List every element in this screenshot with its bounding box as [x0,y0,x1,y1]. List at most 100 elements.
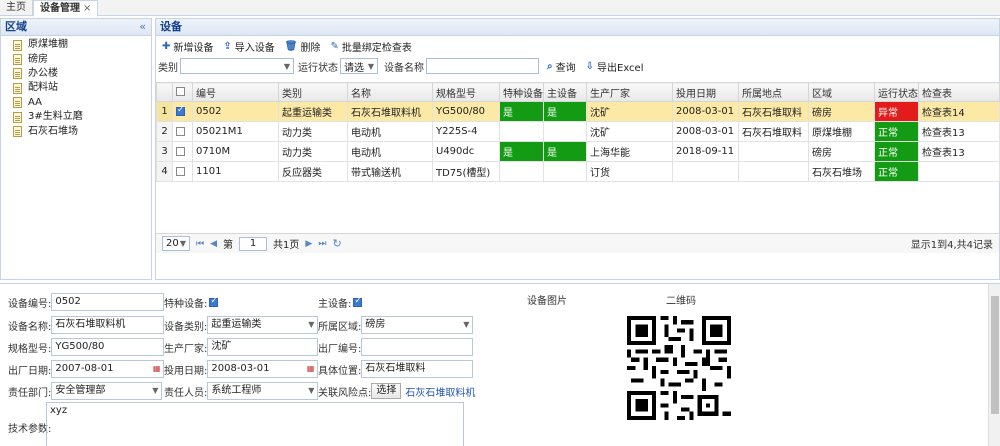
tree-item[interactable]: 磅房 [1,52,151,66]
position-input[interactable]: 石灰石堆取料 [361,360,474,378]
column-header[interactable]: 所属地点 [738,82,809,102]
select-all-checkbox[interactable] [176,87,185,96]
column-header[interactable]: 特种设备 [499,82,544,102]
field-image: 设备图片 [527,290,567,308]
table-row[interactable]: 1 0502 起重运输类 石灰石堆取料机 YG500/80 是 是 沈矿 200… [156,101,1000,122]
row-select-cell[interactable] [172,141,193,162]
dept-select[interactable]: 安全管理部 ▼ [51,382,163,400]
model-input[interactable]: YG500/80 [51,338,165,356]
main-label: 主设备: [318,298,352,310]
column-header[interactable]: 检查表 [918,82,1000,102]
add-device-button[interactable]: ✚ 新增设备 [162,39,213,54]
cell-maker: 上海华能 [586,141,673,162]
cell-category: 起重运输类 [278,101,348,122]
cell-name: 电动机 [347,121,433,142]
tree-item[interactable]: 原煤堆棚 [1,38,151,52]
risk-link[interactable]: 石灰石堆取料机 [405,384,475,399]
delete-button[interactable]: 🗑 删除 [285,39,321,54]
tree-item[interactable]: 办公楼 [1,67,151,81]
category-filter-select[interactable]: ▼ [180,58,294,74]
special-checkbox[interactable] [209,296,219,307]
tree-item-label: 办公楼 [28,67,58,79]
row-number: 1 [156,101,173,122]
row-select-cell[interactable] [172,121,193,142]
tab-device-management[interactable]: 设备管理 × [33,0,99,17]
main-checkbox[interactable] [353,296,363,307]
name-filter-input[interactable] [426,58,539,74]
trash-icon: 🗑 [284,40,298,52]
collapse-icon[interactable]: « [139,19,146,35]
tech-textarea[interactable]: xyz [46,402,464,446]
status-badge: 正常 [874,141,919,162]
code-input[interactable]: 0502 [51,293,165,311]
cell-special: 是 [499,101,544,122]
column-header[interactable]: 类别 [278,82,348,102]
table-row[interactable]: 4 1101 反应器类 带式输送机 TD75(槽型) 订货 石灰石堆场 正常 [156,161,1000,182]
column-header[interactable]: 编号 [192,82,279,102]
last-page-icon[interactable]: ⏭ [318,239,326,249]
column-header[interactable]: 生产厂家 [586,82,673,102]
use-date-input[interactable]: 2008-03-01 ▦ [207,360,319,378]
import-device-button[interactable]: ⇪ 导入设备 [223,39,274,54]
page-size-select[interactable]: 20 ▼ [162,236,190,251]
column-header[interactable]: 名称 [347,82,433,102]
tree-item[interactable]: 配料站 [1,81,151,95]
bind-checklist-button[interactable]: ✎ 批量绑定检查表 [330,39,411,54]
area-select[interactable]: 磅房 ▼ [361,316,474,334]
row-select-cell[interactable] [172,101,193,122]
refresh-icon[interactable]: ↻ [332,237,341,250]
row-checkbox[interactable] [176,146,185,156]
calendar-icon[interactable]: ▦ [307,361,318,377]
field-risk: 关联风险点: 选择 石灰石堆取料机 [318,382,475,400]
status-filter-select[interactable]: 请选 ▼ [340,58,378,74]
chevron-down-icon: ▼ [283,61,290,71]
category-filter-label: 类别 [158,62,178,74]
field-use-date: 投用日期: 2008-03-01 ▦ [164,360,319,378]
first-page-icon[interactable]: ⏮ [196,239,204,249]
person-value: 系统工程师 [211,385,262,396]
tree-item-label: AA [28,96,42,108]
form-scrollbar[interactable] [988,284,1000,446]
maker-input[interactable]: 沈矿 [207,338,319,356]
row-checkbox[interactable] [176,166,185,176]
row-checkbox[interactable] [176,126,185,136]
scrollbar-thumb[interactable] [991,296,999,414]
column-header[interactable]: 投用日期 [672,82,739,102]
next-page-icon[interactable]: ▶ [305,239,312,249]
factory-date-input[interactable]: 2007-08-01 ▦ [51,360,165,378]
cell-code: 0502 [192,101,279,122]
column-header[interactable]: 区域 [808,82,875,102]
row-select-cell[interactable] [172,161,193,182]
table-row[interactable]: 3 0710M 动力类 电动机 U490dc 是 是 上海华能 2018-09-… [156,141,1000,162]
column-header[interactable]: 规格型号 [432,82,500,102]
cell-area: 原煤堆棚 [808,121,875,142]
cell-checklist: 检查表13 [918,121,1000,142]
tree-item[interactable]: 3#生料立磨 [1,110,151,124]
close-icon[interactable]: × [83,3,91,14]
person-select[interactable]: 系统工程师 ▼ [207,382,319,400]
status-filter-value: 请选 [344,62,364,74]
row-checkbox[interactable] [176,105,185,116]
cell-main [543,161,587,182]
name-input[interactable]: 石灰石堆取料机 [51,316,165,334]
calendar-icon[interactable]: ▦ [153,361,164,377]
column-header[interactable]: 运行状态 [874,82,919,102]
cell-model: YG500/80 [432,101,500,122]
query-button[interactable]: ⌕ 查询 [547,59,576,74]
use-date-label: 投用日期: [164,365,208,377]
export-excel-button[interactable]: ⇩ 导出Excel [586,59,644,74]
tree-item[interactable]: 石灰石堆场 [1,124,151,138]
page-number-input[interactable]: 1 [239,236,268,251]
select-all-header[interactable] [172,82,193,102]
tree-item[interactable]: AA [1,96,151,110]
risk-select-button[interactable]: 选择 [371,383,402,399]
category-select[interactable]: 起重运输类 ▼ [207,316,319,334]
table-row[interactable]: 2 05021M1 动力类 电动机 Y225S-4 沈矿 2008-03-01 … [156,121,1000,142]
tab-home[interactable]: 主页 [0,0,33,15]
prev-page-icon[interactable]: ◀ [210,239,217,249]
cell-special [499,161,544,182]
link-icon: ✎ [330,40,339,52]
column-header[interactable]: 主设备 [543,82,587,102]
cell-maker: 沈矿 [586,121,673,142]
serial-input[interactable] [361,338,474,356]
